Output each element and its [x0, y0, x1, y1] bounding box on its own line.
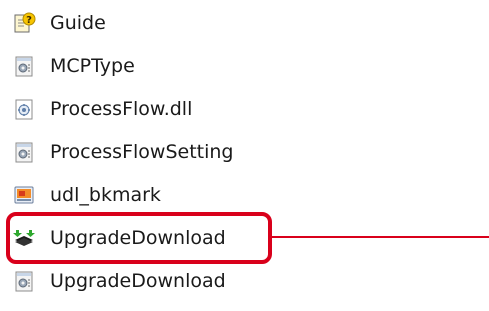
file-item-mcptype[interactable]: MCPType	[12, 48, 135, 84]
data-link-file-icon	[12, 183, 36, 207]
file-name: ProcessFlowSetting	[50, 141, 234, 163]
dll-file-icon	[12, 97, 36, 121]
file-name: UpgradeDownload	[50, 270, 226, 292]
file-item-upgradedownload-config[interactable]: UpgradeDownload	[12, 263, 226, 299]
config-settings-file-icon	[12, 269, 36, 293]
callout-pointer-line	[272, 236, 489, 238]
file-name: ProcessFlow.dll	[50, 98, 193, 120]
config-settings-file-icon	[12, 140, 36, 164]
file-name: udl_bkmark	[50, 184, 161, 206]
help-document-icon: ?	[12, 11, 36, 35]
file-item-guide[interactable]: ? Guide	[12, 5, 106, 41]
file-list: ? Guide MCPType ProcessFlow.dll ProcessF…	[0, 0, 489, 311]
file-item-processflowsetting[interactable]: ProcessFlowSetting	[12, 134, 233, 170]
highlight-box	[6, 212, 272, 264]
file-name: Guide	[50, 12, 106, 34]
file-item-udl-bkmark[interactable]: udl_bkmark	[12, 177, 161, 213]
file-name: MCPType	[50, 55, 135, 77]
config-settings-file-icon	[12, 54, 36, 78]
file-item-processflow-dll[interactable]: ProcessFlow.dll	[12, 91, 192, 127]
svg-text:?: ?	[26, 15, 32, 26]
